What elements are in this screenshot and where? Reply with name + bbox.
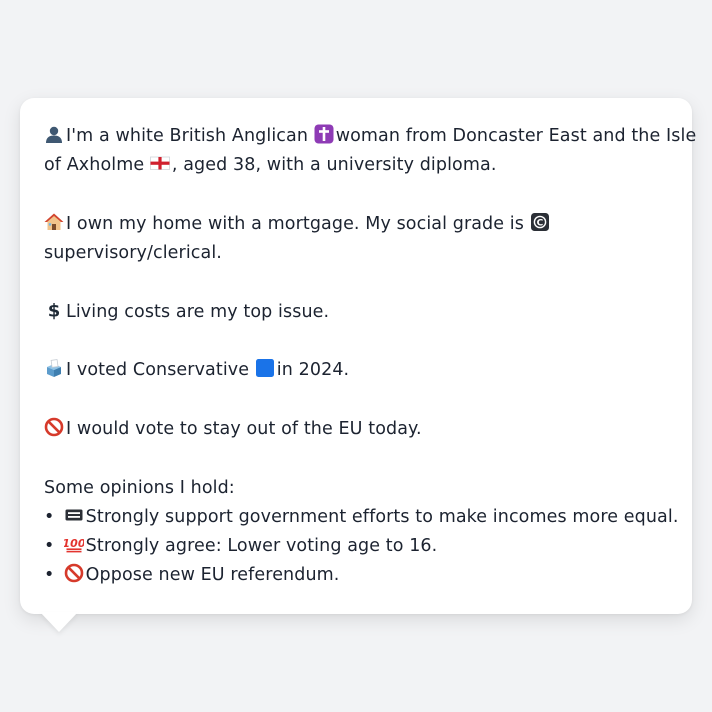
issue-paragraph: $ Living costs are my top issue.	[44, 298, 668, 327]
message-content: I'm a white British Anglican woman from …	[44, 122, 696, 591]
housing-paragraph: I own my home with a mortgage. My social…	[44, 210, 668, 269]
svg-text:$: $	[48, 300, 61, 320]
bullet: •	[44, 506, 55, 527]
svg-text:100: 100	[64, 537, 84, 550]
blue-square-icon	[255, 358, 275, 378]
list-item: • Strongly support government efforts to…	[44, 503, 678, 532]
identity-text-1: I'm a white British Anglican	[66, 126, 309, 146]
vote-text-before: I voted Conservative	[66, 360, 250, 381]
opinion-text: Strongly agree: Lower voting age to 16.	[85, 536, 438, 557]
bullet: •	[44, 565, 55, 586]
opinions-list: • Strongly support government efforts to…	[44, 503, 678, 591]
eu-text: I would vote to stay out of the EU today…	[66, 418, 422, 439]
england-flag-icon	[150, 153, 170, 173]
housing-text-2: supervisory/clerical.	[44, 243, 222, 264]
identity-text-1b: woman from Doncaster East and the Isle	[335, 126, 697, 146]
opinion-text: Strongly support government efforts to m…	[85, 506, 679, 527]
identity-text-2a: of Axholme	[44, 155, 145, 176]
prohibited-icon	[64, 563, 84, 583]
list-item: • Oppose new EU referendum.	[44, 561, 668, 590]
identity-line-2: of Axholme , aged 38, with a university …	[44, 151, 668, 180]
identity-paragraph: I'm a white British Anglican woman from …	[44, 122, 696, 181]
house-icon	[44, 212, 64, 232]
ballot-box-icon	[44, 358, 64, 378]
bubble-tail	[40, 612, 78, 632]
housing-line-1: I own my home with a mortgage. My social…	[44, 210, 668, 239]
bullet: •	[44, 536, 55, 557]
housing-text-1: I own my home with a mortgage. My social…	[66, 213, 524, 234]
issue-text: Living costs are my top issue.	[66, 301, 330, 322]
issue-line: $ Living costs are my top issue.	[44, 298, 668, 327]
svg-text:C: C	[536, 218, 543, 228]
bust-in-silhouette-icon	[44, 124, 64, 144]
message-bubble: I'm a white British Anglican woman from …	[20, 98, 696, 614]
latin-cross-icon	[314, 124, 334, 144]
opinions-section: Some opinions I hold: • Strongly support…	[44, 474, 678, 591]
identity-text-2b: , aged 38, with a university diploma.	[171, 155, 497, 176]
identity-line-1: I'm a white British Anglican woman from …	[44, 122, 696, 151]
equals-icon	[64, 505, 84, 525]
hundred-points-icon: 100	[64, 534, 84, 554]
vote-paragraph: I voted Conservative in 2024.	[44, 356, 668, 385]
opinions-heading: Some opinions I hold:	[44, 477, 235, 498]
letter-c-icon: C	[530, 212, 550, 232]
dollar-sign-icon: $	[44, 300, 64, 320]
eu-paragraph: I would vote to stay out of the EU today…	[44, 415, 668, 444]
eu-line: I would vote to stay out of the EU today…	[44, 415, 668, 444]
list-item: • 100 Strongly agree: Lower voting age t…	[44, 532, 668, 561]
vote-text-after: in 2024.	[276, 360, 350, 381]
prohibited-icon	[44, 417, 64, 437]
vote-line: I voted Conservative in 2024.	[44, 356, 668, 385]
opinion-text: Oppose new EU referendum.	[85, 565, 340, 586]
chat-stage: I'm a white British Anglican woman from …	[0, 0, 712, 712]
